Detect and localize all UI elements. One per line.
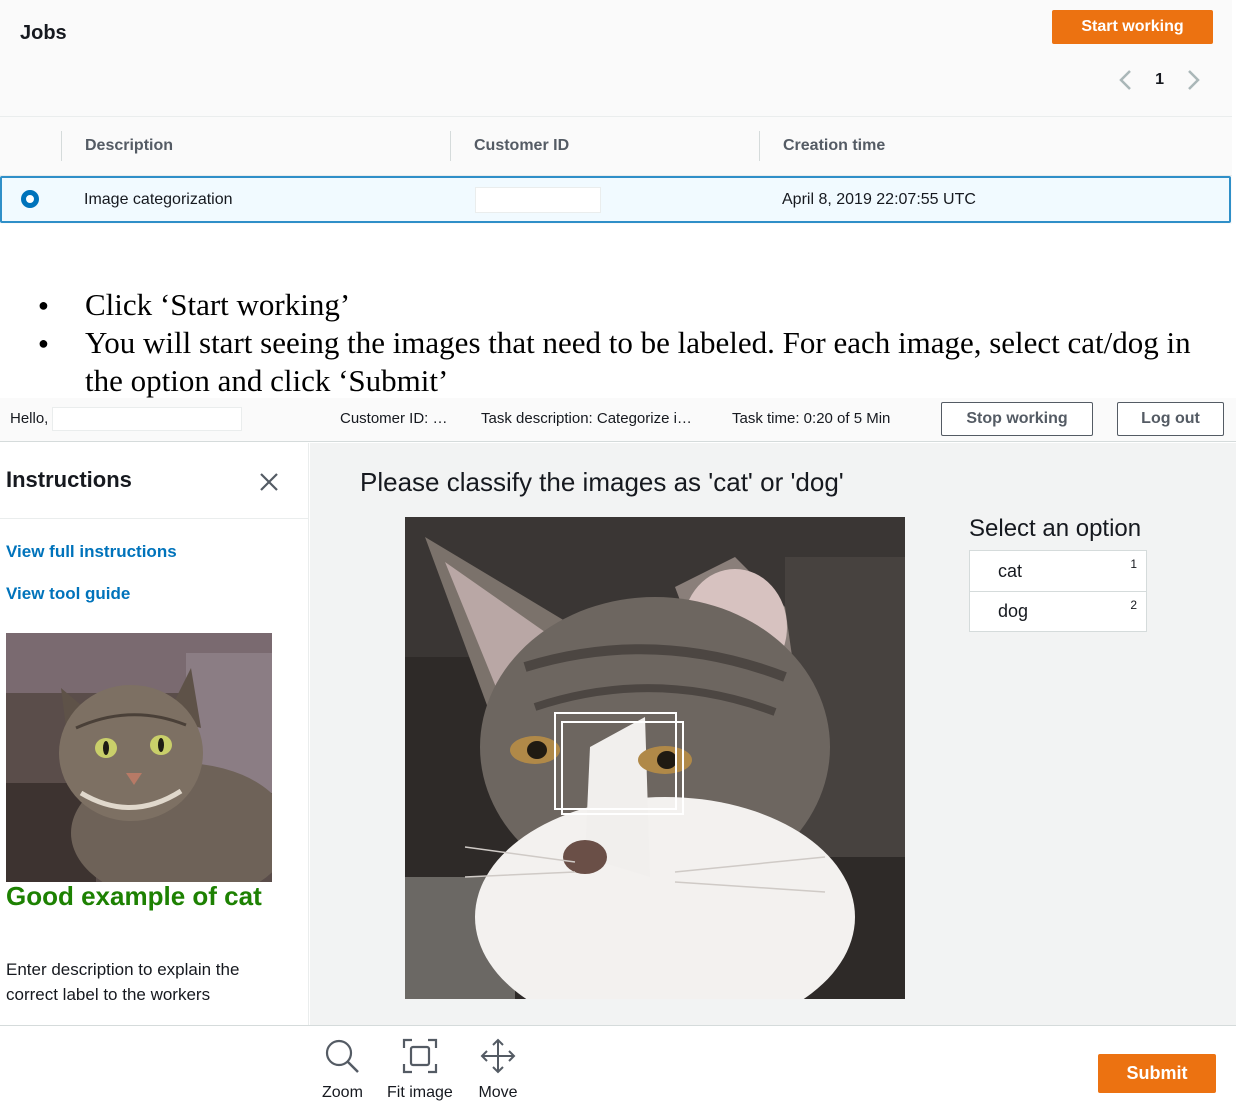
pagination: 1 — [1113, 66, 1206, 94]
zoom-tool[interactable]: Zoom — [322, 1036, 363, 1102]
example-description: Enter description to explain the correct… — [6, 960, 240, 1004]
move-label: Move — [478, 1084, 518, 1101]
fit-image-tool[interactable]: Fit image — [387, 1036, 453, 1102]
stop-working-button[interactable]: Stop working — [941, 402, 1093, 436]
username-redacted — [52, 407, 242, 431]
customer-id-redacted — [475, 187, 601, 213]
page-number[interactable]: 1 — [1155, 71, 1164, 89]
move-tool[interactable]: Move — [478, 1036, 518, 1102]
start-working-button[interactable]: Start working — [1052, 10, 1213, 44]
row-radio-selected[interactable] — [21, 190, 39, 208]
example-cat-image — [6, 633, 272, 882]
table-row[interactable]: Image categorization April 8, 2019 22:07… — [0, 176, 1231, 223]
column-header-description[interactable]: Description — [85, 117, 173, 175]
option-label: cat — [998, 560, 1023, 581]
chevron-right-icon[interactable] — [1182, 66, 1206, 94]
select-option-title: Select an option — [969, 515, 1142, 542]
instruction-bullets: Click ‘Start working’ You will start see… — [38, 286, 1218, 400]
bottom-toolbar: Zoom Fit image Move Submit — [0, 1025, 1236, 1108]
task-description-label: Task description: Categorize i… — [481, 410, 692, 427]
chevron-left-icon[interactable] — [1113, 66, 1137, 94]
row-description: Image categorization — [84, 190, 233, 208]
fit-image-label: Fit image — [387, 1084, 453, 1101]
log-out-button[interactable]: Log out — [1117, 402, 1224, 436]
worker-top-bar: Hello, Customer ID: … Task description: … — [0, 398, 1236, 442]
column-header-customer-id[interactable]: Customer ID — [474, 117, 569, 175]
task-time-label: Task time: 0:20 of 5 Min — [732, 410, 891, 427]
column-divider — [759, 131, 760, 161]
zoom-label: Zoom — [322, 1084, 363, 1101]
option-shortcut-key: 2 — [1130, 598, 1137, 612]
customer-id-label: Customer ID: … — [340, 410, 448, 427]
view-full-instructions-link[interactable]: View full instructions — [6, 542, 177, 562]
submit-button[interactable]: Submit — [1098, 1054, 1216, 1093]
bullet-item: You will start seeing the images that ne… — [38, 324, 1218, 400]
option-cat[interactable]: cat 1 — [970, 551, 1146, 591]
move-icon — [480, 1038, 516, 1074]
option-shortcut-key: 1 — [1130, 557, 1137, 571]
task-area: Please classify the images as 'cat' or '… — [310, 443, 1236, 1025]
option-label: dog — [998, 601, 1029, 621]
close-icon[interactable] — [256, 469, 282, 495]
sidebar-title: Instructions — [6, 467, 132, 492]
column-divider — [450, 131, 451, 161]
zoom-icon — [326, 1039, 360, 1073]
jobs-panel: Jobs Start working 1 Description Custome… — [0, 0, 1232, 224]
row-creation-time: April 8, 2019 22:07:55 UTC — [782, 190, 976, 208]
jobs-table-header: Description Customer ID Creation time — [0, 116, 1232, 176]
hello-label: Hello, — [10, 410, 49, 427]
option-dog[interactable]: dog 2 — [970, 591, 1146, 631]
sidebar-divider — [0, 518, 309, 519]
example-caption: Good example of cat — [6, 881, 262, 911]
column-header-creation-time[interactable]: Creation time — [783, 117, 885, 175]
task-image-cat[interactable] — [405, 517, 905, 999]
task-question: Please classify the images as 'cat' or '… — [360, 467, 844, 497]
view-tool-guide-link[interactable]: View tool guide — [6, 584, 130, 604]
instructions-sidebar: Instructions View full instructions View… — [0, 443, 309, 1025]
bullet-item: Click ‘Start working’ — [38, 286, 1218, 324]
jobs-title: Jobs — [20, 22, 67, 44]
fit-image-icon — [402, 1038, 437, 1074]
column-divider — [61, 131, 62, 161]
option-list: cat 1 dog 2 — [969, 550, 1147, 632]
